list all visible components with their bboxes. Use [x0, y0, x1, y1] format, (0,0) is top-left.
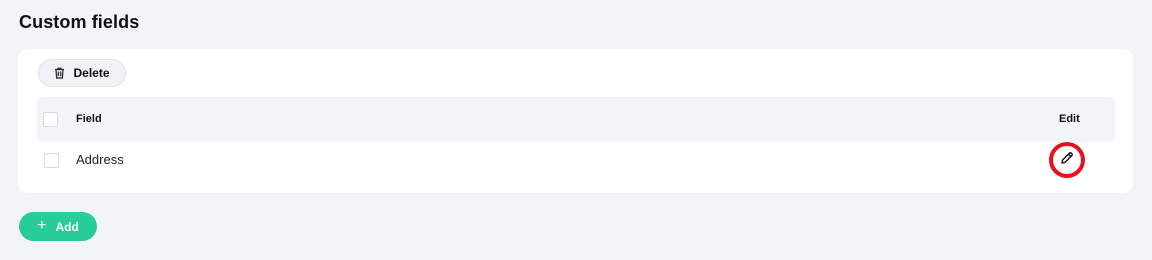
custom-fields-card: Delete Field Edit Address	[18, 49, 1133, 193]
add-button[interactable]: + Add	[19, 212, 97, 241]
row-checkbox[interactable]	[44, 153, 59, 168]
table-header: Field Edit	[37, 97, 1115, 142]
add-button-label: Add	[55, 219, 79, 234]
pencil-icon	[1060, 151, 1074, 170]
plus-icon: +	[37, 217, 47, 234]
table-row: Address	[37, 142, 1115, 180]
edit-button[interactable]	[1049, 142, 1085, 178]
trash-icon	[54, 67, 65, 79]
row-field-name: Address	[76, 152, 124, 167]
column-header-field: Field	[76, 113, 102, 125]
page-title: Custom fields	[19, 12, 140, 32]
select-all-checkbox[interactable]	[43, 112, 58, 127]
column-header-edit: Edit	[1059, 113, 1080, 125]
delete-button-label: Delete	[73, 66, 110, 80]
delete-button[interactable]: Delete	[38, 59, 126, 87]
